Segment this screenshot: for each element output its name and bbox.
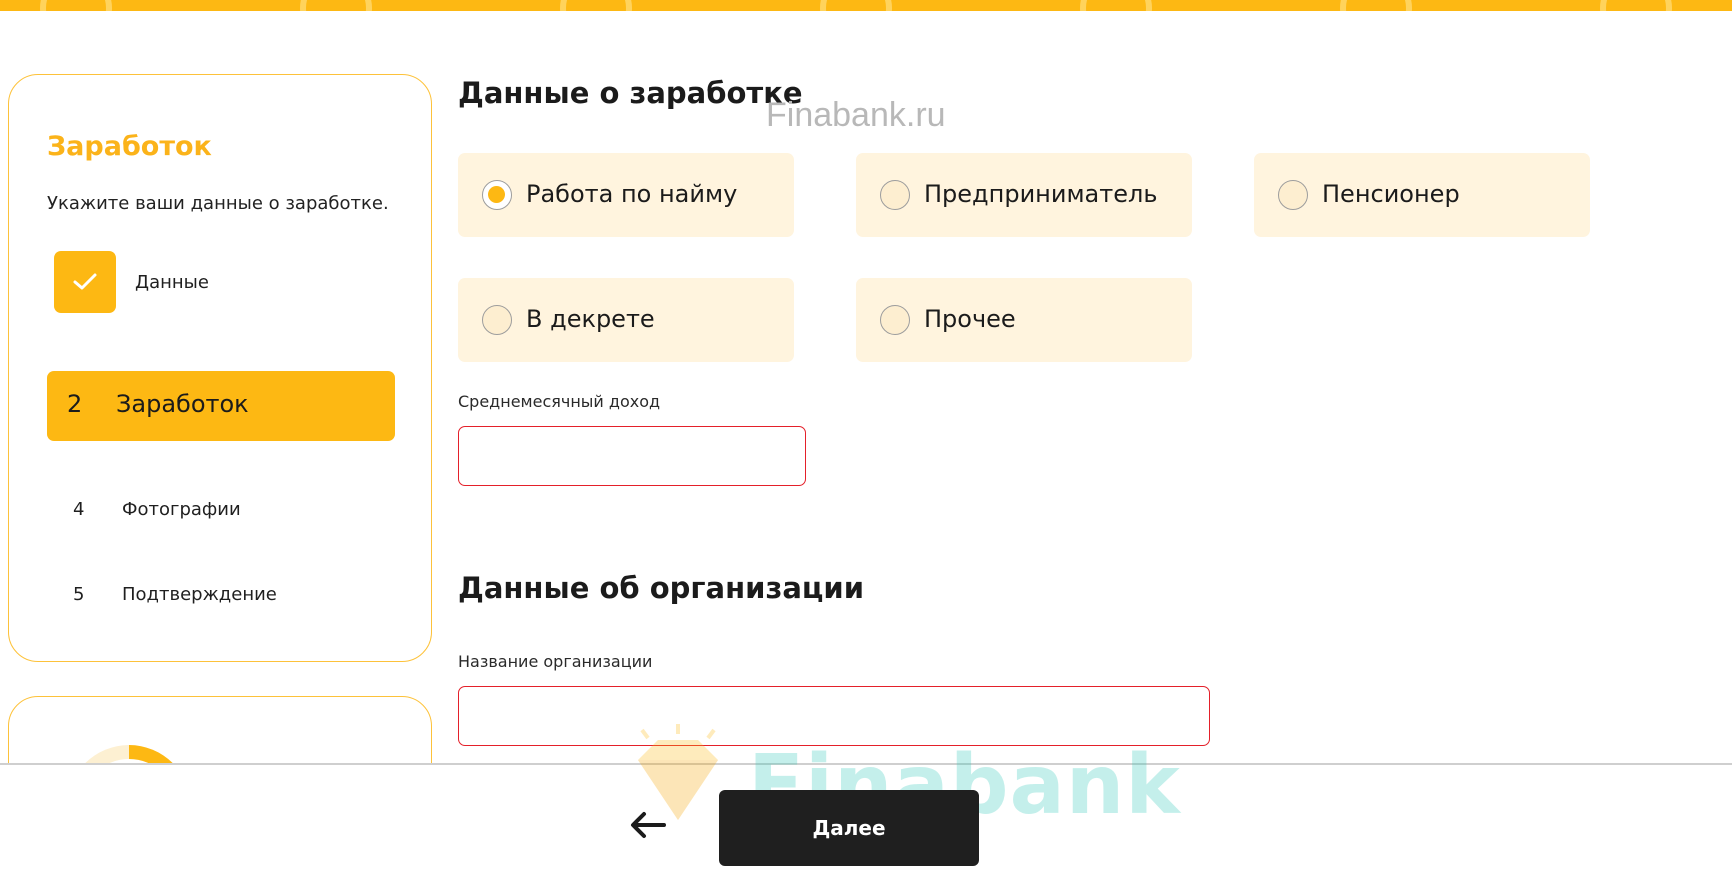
step-done-check-box[interactable] <box>54 251 116 313</box>
back-arrow-icon[interactable] <box>628 810 668 840</box>
decorative-swirl <box>1080 0 1152 11</box>
step-label-confirmation: Подтверждение <box>122 584 277 605</box>
avg-income-label: Среднемесячный доход <box>458 392 661 411</box>
decorative-swirl <box>40 0 112 11</box>
income-section-title: Данные о заработке <box>458 76 803 110</box>
radio-icon[interactable] <box>482 305 512 335</box>
option-employment[interactable]: Работа по найму <box>458 153 794 237</box>
option-label: Предприниматель <box>924 180 1158 208</box>
option-label: Пенсионер <box>1322 180 1460 208</box>
decorative-swirl <box>300 0 372 11</box>
steps-sidebar: Заработок Укажите ваши данные о заработк… <box>8 74 432 662</box>
option-maternity[interactable]: В декрете <box>458 278 794 362</box>
option-label: Работа по найму <box>526 180 738 208</box>
top-decorative-bar <box>0 0 1732 11</box>
avg-income-input[interactable] <box>458 426 806 486</box>
radio-checked-icon[interactable] <box>482 180 512 210</box>
sidebar-description: Укажите ваши данные о заработке. <box>47 193 389 214</box>
organization-name-input[interactable] <box>458 686 1210 746</box>
step-label-earnings: Заработок <box>116 390 249 418</box>
step-label-photos: Фотографии <box>122 499 241 520</box>
step-number: 5 <box>73 584 85 605</box>
radio-icon[interactable] <box>880 305 910 335</box>
site-watermark: Finabank.ru <box>766 96 946 134</box>
organization-name-label: Название организации <box>458 652 653 671</box>
decorative-swirl <box>820 0 892 11</box>
option-entrepreneur[interactable]: Предприниматель <box>856 153 1192 237</box>
step-number: 2 <box>67 390 83 418</box>
decorative-swirl <box>560 0 632 11</box>
organization-section-title: Данные об организации <box>458 571 865 605</box>
decorative-swirl <box>1600 0 1672 11</box>
check-icon <box>73 273 97 290</box>
option-label: Прочее <box>924 305 1016 333</box>
step-earnings-active[interactable]: 2 Заработок <box>47 371 395 441</box>
radio-icon[interactable] <box>880 180 910 210</box>
step-number: 4 <box>73 499 85 520</box>
next-button[interactable]: Далее <box>719 790 979 866</box>
step-label-data[interactable]: Данные <box>135 272 209 293</box>
sidebar-title: Заработок <box>47 131 212 162</box>
option-pensioner[interactable]: Пенсионер <box>1254 153 1590 237</box>
radio-icon[interactable] <box>1278 180 1308 210</box>
option-label: В декрете <box>526 305 655 333</box>
option-other[interactable]: Прочее <box>856 278 1192 362</box>
decorative-swirl <box>1340 0 1412 11</box>
